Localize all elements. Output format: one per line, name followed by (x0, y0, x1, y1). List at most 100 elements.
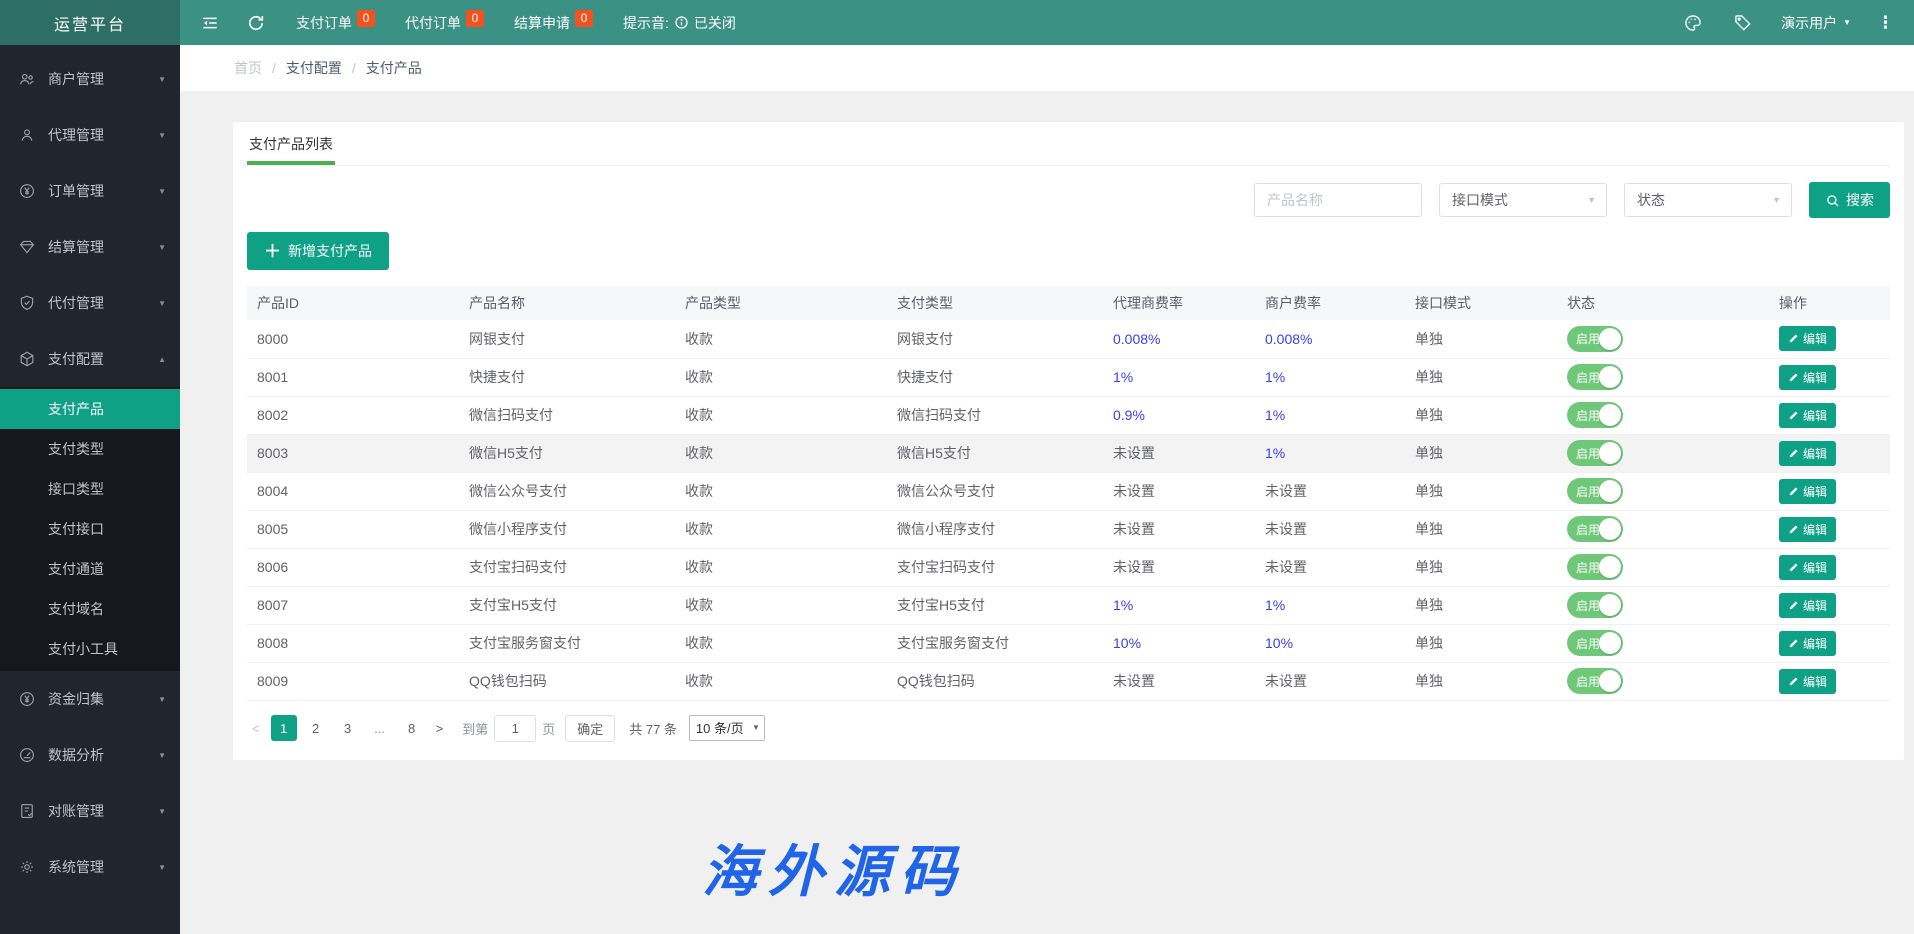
sidebar-menu: 商户管理▼代理管理▼订单管理▼结算管理▼代付管理▼支付配置▲支付产品支付类型接口… (0, 45, 180, 934)
cell-product-type: 收款 (675, 624, 887, 662)
more-menu-icon[interactable]: ⋮ (1877, 13, 1894, 33)
sidebar-item-reconciliation-management[interactable]: 对账管理▼ (0, 783, 180, 839)
cell-status: 启用 (1557, 662, 1769, 700)
sound-status[interactable]: 已关闭 (694, 13, 736, 33)
status-toggle[interactable]: 启用 (1567, 554, 1623, 580)
breadcrumb-item[interactable]: 支付配置 (286, 58, 342, 78)
refresh-icon[interactable] (246, 13, 266, 33)
edit-button[interactable]: 编辑 (1779, 441, 1836, 466)
edit-button[interactable]: 编辑 (1779, 593, 1836, 618)
merchant-icon (18, 70, 36, 88)
sidebar-item-merchant-management[interactable]: 商户管理▼ (0, 51, 180, 107)
chevron-down-icon: ▼ (158, 751, 166, 760)
sidebar-subitem-interface-type[interactable]: 接口类型 (0, 469, 180, 509)
cell-actions: 编辑 (1769, 624, 1890, 662)
status-toggle[interactable]: 启用 (1567, 364, 1623, 390)
sidebar-item-fund-collection[interactable]: 资金归集▼ (0, 671, 180, 727)
cell-status: 启用 (1557, 472, 1769, 510)
agent-rate-value[interactable]: 0.9% (1113, 407, 1145, 423)
status-toggle[interactable]: 启用 (1567, 326, 1623, 352)
page-number-2[interactable]: 2 (303, 715, 329, 741)
goto-page-input[interactable] (494, 715, 536, 742)
edit-button[interactable]: 编辑 (1779, 669, 1836, 694)
edit-button[interactable]: 编辑 (1779, 479, 1836, 504)
theme-palette-icon[interactable] (1683, 13, 1703, 33)
breadcrumb-item[interactable]: 首页 (234, 58, 262, 78)
page-number-1[interactable]: 1 (271, 715, 297, 741)
sidebar-item-order-management[interactable]: 订单管理▼ (0, 163, 180, 219)
merchant-rate-value[interactable]: 1% (1265, 445, 1285, 461)
merchant-rate-value[interactable]: 10% (1265, 635, 1293, 651)
merchant-rate-value[interactable]: 1% (1265, 369, 1285, 385)
sidebar-item-payout-management[interactable]: 代付管理▼ (0, 275, 180, 331)
order-icon (18, 182, 36, 200)
edit-button[interactable]: 编辑 (1779, 365, 1836, 390)
agent-rate-value: 未设置 (1113, 483, 1155, 499)
merchant-rate-value[interactable]: 1% (1265, 407, 1285, 423)
topnav-settlement-requests[interactable]: 结算申请0 (514, 13, 593, 33)
topnav-payment-orders[interactable]: 支付订单0 (296, 13, 375, 33)
sidebar-item-payment-config[interactable]: 支付配置▲ (0, 331, 180, 387)
sidebar-item-data-analysis[interactable]: 数据分析▼ (0, 727, 180, 783)
sidebar-subitem-payment-product[interactable]: 支付产品 (0, 389, 180, 429)
add-payment-product-button[interactable]: ＋ 新增支付产品 (247, 232, 389, 270)
interface-mode-select[interactable]: 接口模式 ▼ (1439, 183, 1607, 217)
agent-rate-value[interactable]: 1% (1113, 597, 1133, 613)
user-menu[interactable]: 演示用户 ▼ (1781, 13, 1851, 33)
status-toggle[interactable]: 启用 (1567, 592, 1623, 618)
status-toggle[interactable]: 启用 (1567, 402, 1623, 428)
edit-button[interactable]: 编辑 (1779, 326, 1836, 351)
chevron-down-icon: ▼ (1587, 195, 1596, 205)
status-toggle[interactable]: 启用 (1567, 478, 1623, 504)
sidebar-subitem-payment-type[interactable]: 支付类型 (0, 429, 180, 469)
tag-icon[interactable] (1733, 13, 1753, 33)
sidebar-item-agent-management[interactable]: 代理管理▼ (0, 107, 180, 163)
merchant-rate-value[interactable]: 0.008% (1265, 331, 1312, 347)
table-row: 8009QQ钱包扫码收款QQ钱包扫码未设置未设置单独启用编辑 (247, 662, 1890, 700)
prev-page-icon[interactable]: < (247, 721, 265, 736)
sidebar-subitem-payment-interface[interactable]: 支付接口 (0, 509, 180, 549)
sidebar-subitem-payment-channel[interactable]: 支付通道 (0, 549, 180, 589)
chevron-down-icon: ▼ (1772, 195, 1781, 205)
topnav-payout-orders[interactable]: 代付订单0 (405, 13, 484, 33)
merchant-rate-value[interactable]: 1% (1265, 597, 1285, 613)
edit-button[interactable]: 编辑 (1779, 555, 1836, 580)
sidebar-subitem-payment-domain[interactable]: 支付域名 (0, 589, 180, 629)
collapse-sidebar-icon[interactable] (200, 13, 220, 33)
goto-confirm-button[interactable]: 确定 (565, 715, 615, 742)
page-number-8[interactable]: 8 (399, 715, 425, 741)
page-number-3[interactable]: 3 (335, 715, 361, 741)
edit-button[interactable]: 编辑 (1779, 517, 1836, 542)
sidebar-item-settlement-management[interactable]: 结算管理▼ (0, 219, 180, 275)
status-toggle[interactable]: 启用 (1567, 630, 1623, 656)
sidebar-submenu: 支付产品支付类型接口类型支付接口支付通道支付域名支付小工具 (0, 387, 180, 671)
agent-rate-value[interactable]: 0.008% (1113, 331, 1160, 347)
plus-icon: ＋ (264, 243, 281, 260)
status-toggle[interactable]: 启用 (1567, 440, 1623, 466)
status-toggle[interactable]: 启用 (1567, 668, 1623, 694)
sidebar-subitem-payment-tools[interactable]: 支付小工具 (0, 629, 180, 669)
status-select[interactable]: 状态 ▼ (1624, 183, 1792, 217)
cell-product-type: 收款 (675, 472, 887, 510)
edit-button[interactable]: 编辑 (1779, 631, 1836, 656)
merchant-rate-value: 未设置 (1265, 673, 1307, 689)
next-page-icon[interactable]: > (431, 721, 449, 736)
product-name-input[interactable] (1254, 183, 1422, 217)
cell-status: 启用 (1557, 434, 1769, 472)
cell-interface-mode: 单独 (1405, 472, 1557, 510)
search-button[interactable]: 搜索 (1809, 182, 1890, 218)
status-toggle[interactable]: 启用 (1567, 516, 1623, 542)
per-page-select[interactable]: 10 条/页 (689, 715, 765, 741)
edit-button[interactable]: 编辑 (1779, 403, 1836, 428)
pagination: < 123...8 > 到第 页 确定 共 77 条 10 条/页 ▼ (247, 715, 1890, 742)
agent-rate-value[interactable]: 10% (1113, 635, 1141, 651)
cell-interface-mode: 单独 (1405, 510, 1557, 548)
pencil-icon (1788, 524, 1799, 535)
agent-rate-value[interactable]: 1% (1113, 369, 1133, 385)
tab-payment-product-list[interactable]: 支付产品列表 (247, 122, 335, 165)
chevron-down-icon: ▼ (158, 75, 166, 84)
chevron-down-icon: ▼ (158, 299, 166, 308)
sidebar-item-system-management[interactable]: 系统管理▼ (0, 839, 180, 895)
cell-pay-type: 微信公众号支付 (887, 472, 1103, 510)
status-toggle-knob (1599, 480, 1621, 502)
